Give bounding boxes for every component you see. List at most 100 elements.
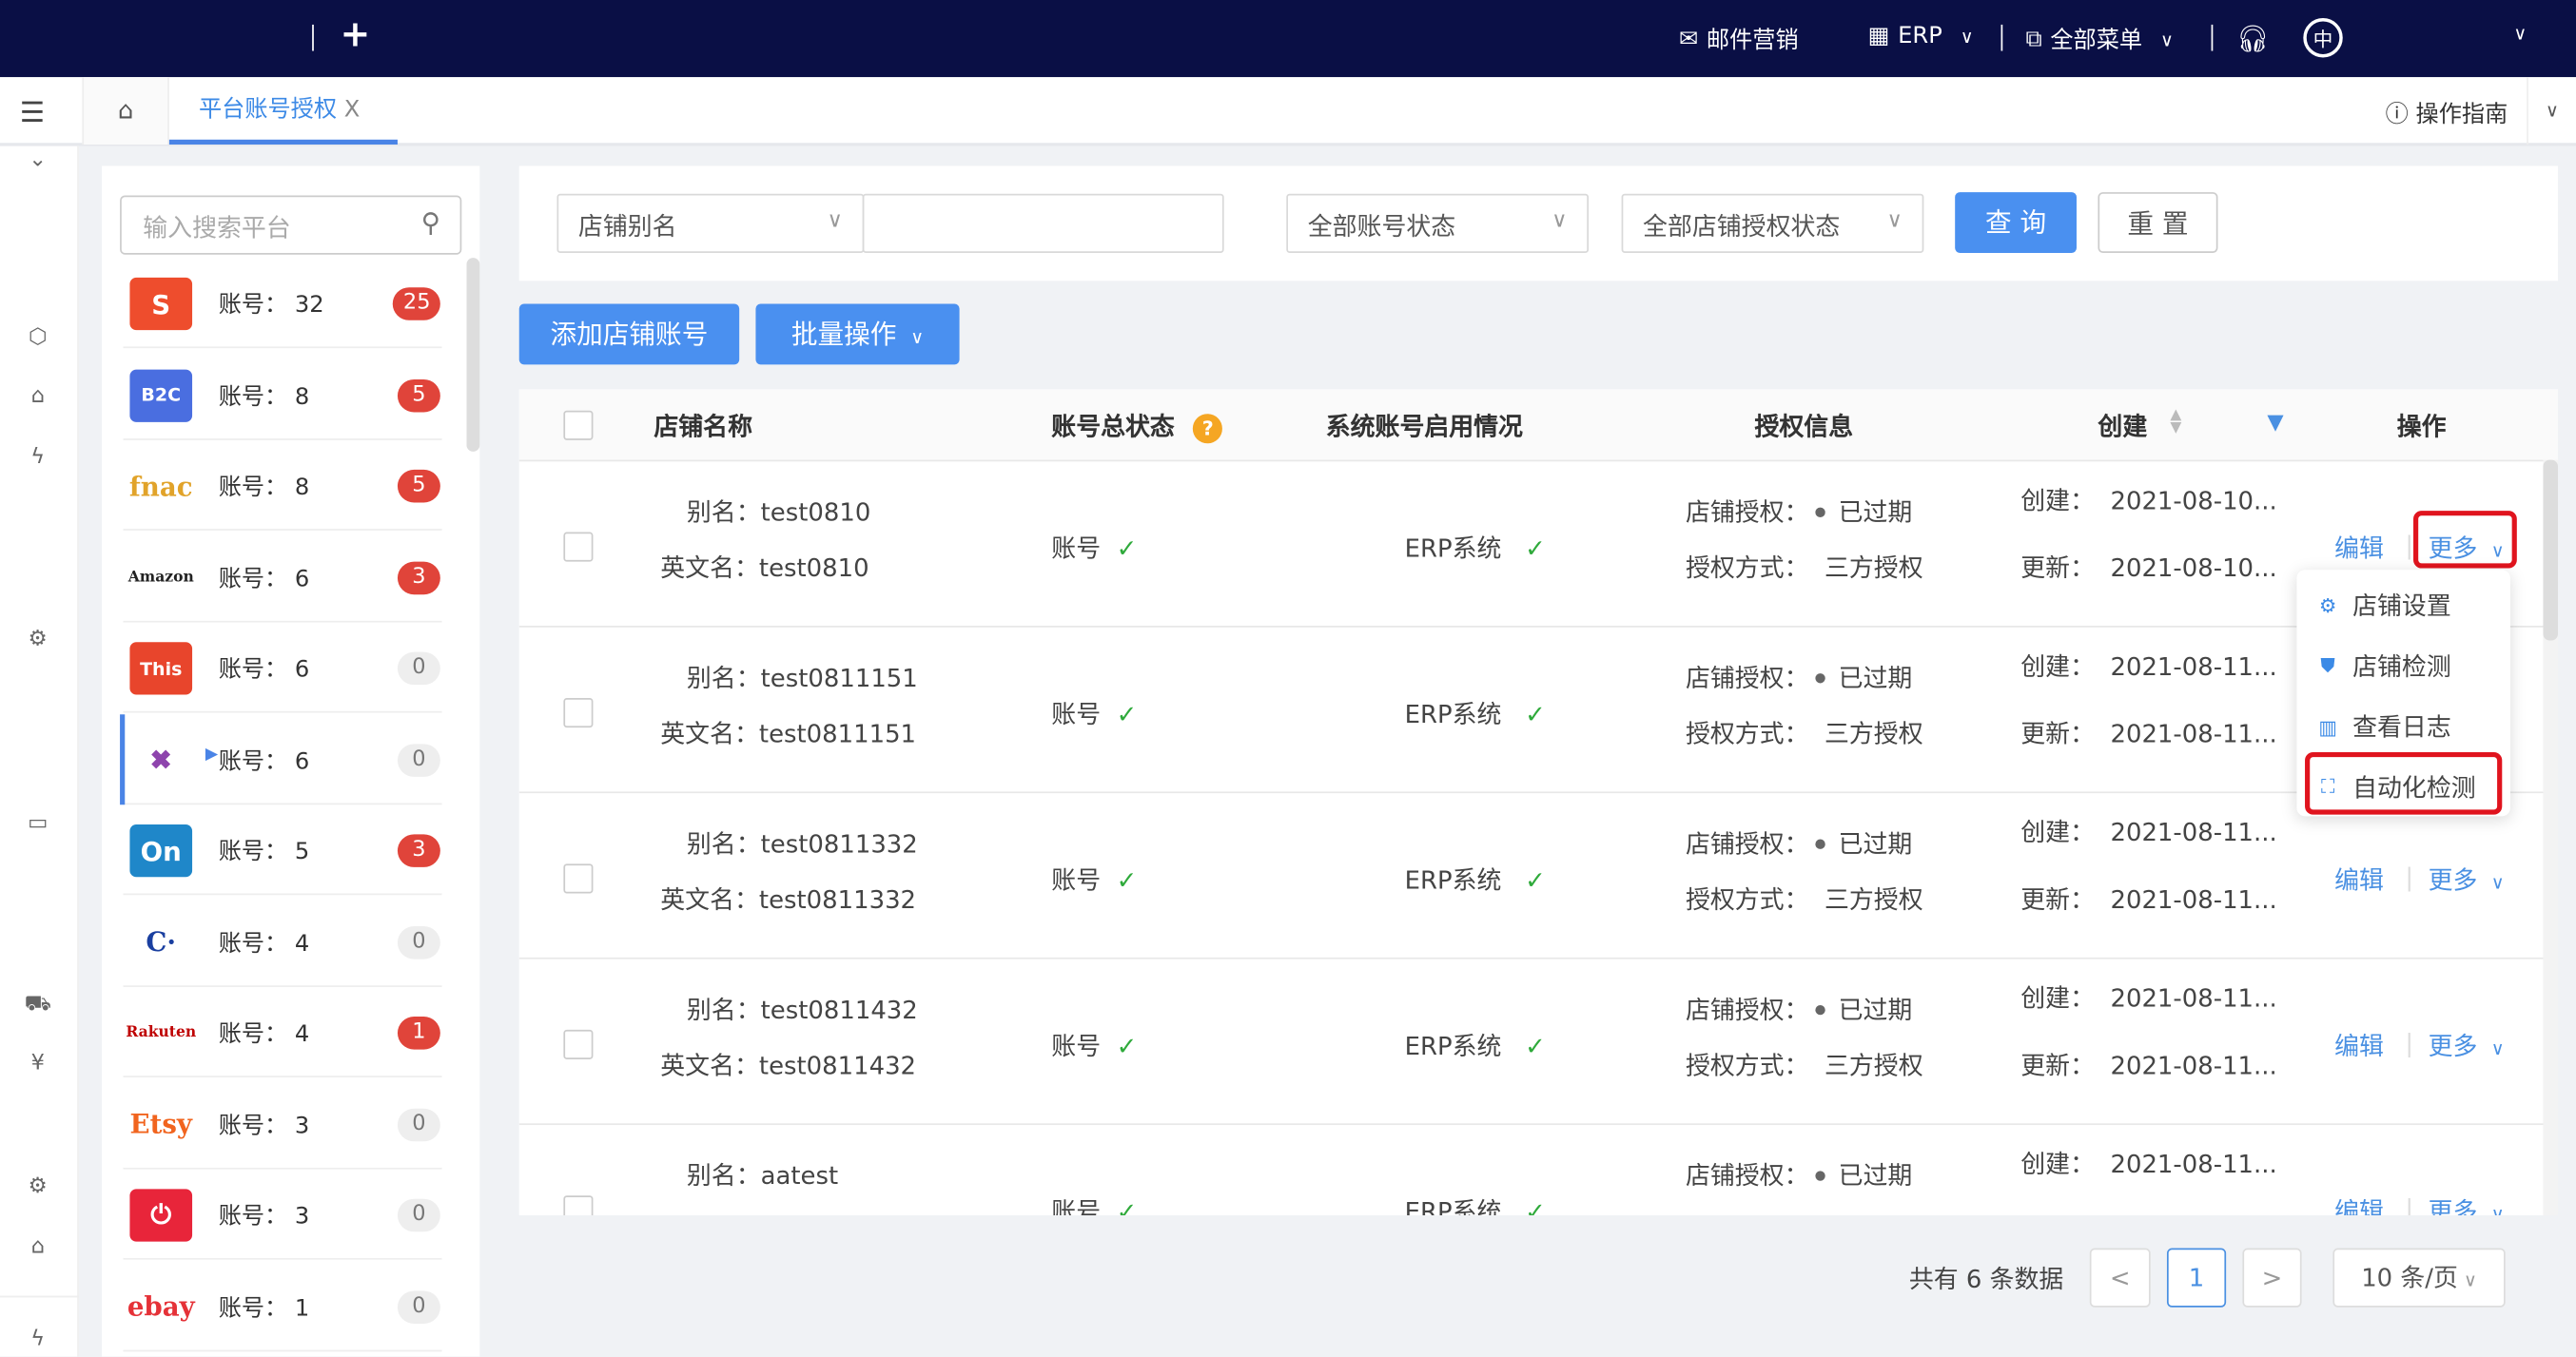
guide-link[interactable]: ⓘ 操作指南 bbox=[2386, 97, 2508, 130]
platform-item[interactable]: C· 账号： 4 0 bbox=[123, 896, 442, 987]
edit-link[interactable]: 编辑 bbox=[2334, 863, 2384, 897]
created-time: 创建： 2021-08-10... bbox=[2020, 483, 2276, 517]
platform-item[interactable]: On 账号： 5 3 bbox=[123, 805, 442, 896]
edit-link[interactable]: 编辑 bbox=[2334, 1194, 2384, 1215]
chevron-down-icon: ∨ bbox=[1551, 208, 1568, 234]
sort-icon[interactable]: ▲ ▼ bbox=[2170, 408, 2181, 436]
updated-value: 2021-08-11... bbox=[2110, 1051, 2277, 1081]
account-count: 账号： 6 bbox=[219, 561, 310, 594]
row-checkbox[interactable] bbox=[563, 697, 594, 728]
briefcase-icon[interactable]: ▭ bbox=[23, 812, 52, 836]
english-name-label: 英文名： bbox=[660, 884, 759, 915]
chevron-down-icon[interactable]: ∨ bbox=[2527, 77, 2576, 145]
platform-item[interactable]: Etsy 账号： 3 0 bbox=[123, 1078, 442, 1169]
created-label: 创建： bbox=[2020, 1149, 2096, 1180]
table-row: 别名：test0811432 英文名：test0811432 账号 ✓ ERP系… bbox=[518, 957, 2544, 1123]
platform-item[interactable]: ▶ ✖ 账号： 6 0 bbox=[120, 713, 442, 805]
platform-item[interactable]: ebay 账号： 1 0 bbox=[123, 1261, 442, 1351]
chevron-down-icon[interactable]: ∨ bbox=[2513, 23, 2527, 44]
help-icon[interactable]: ? bbox=[1193, 414, 1223, 444]
reset-button[interactable]: 重 置 bbox=[2098, 192, 2218, 253]
query-button[interactable]: 查 询 bbox=[1955, 192, 2077, 253]
account-count-value: 3 bbox=[294, 1113, 310, 1139]
platform-item[interactable]: ⏻ 账号： 3 0 bbox=[123, 1170, 442, 1260]
alias-value: test0810 bbox=[760, 497, 871, 528]
updated-label: 更新： bbox=[2020, 719, 2096, 749]
lightning-icon[interactable]: ϟ bbox=[23, 446, 52, 470]
alias-label: 别名： bbox=[686, 663, 761, 693]
menu-item[interactable]: ⛊ 店铺检测 bbox=[2316, 649, 2450, 683]
unauthorized-badge: 0 bbox=[397, 743, 440, 777]
finance-icon[interactable]: ¥ bbox=[23, 1052, 52, 1076]
platform-item[interactable]: fnac 账号： 8 5 bbox=[123, 440, 442, 531]
page-size-select[interactable]: 10 条/页 ∨ bbox=[2332, 1248, 2506, 1308]
row-checkbox[interactable] bbox=[563, 1195, 594, 1216]
all-menu[interactable]: ⧉ 全部菜单 ∨ bbox=[2025, 23, 2174, 56]
erp-menu[interactable]: ▦ ERP ∨ bbox=[1868, 23, 1974, 49]
store-auth-label: 店铺授权： bbox=[1685, 995, 1809, 1025]
tab-label: 平台账号授权 bbox=[198, 96, 338, 124]
row-checkbox[interactable] bbox=[563, 1029, 594, 1059]
top-bar: + ✉ 邮件营销 ▦ ERP ∨ ⧉ 全部菜单 ∨ 🎧︎ 中 ∨ bbox=[0, 0, 2576, 78]
headset-icon[interactable]: 🎧︎ bbox=[2236, 23, 2270, 54]
platform-item[interactable]: Rakuten 账号： 4 1 bbox=[123, 987, 442, 1077]
box-icon[interactable]: ⬡ bbox=[23, 326, 52, 350]
more-link[interactable]: 更多 ∨ bbox=[2429, 1194, 2505, 1215]
gear-icon[interactable]: ⚙ bbox=[23, 1175, 52, 1199]
platform-item[interactable]: S 账号： 32 25 bbox=[123, 258, 442, 349]
account-status: 账号 ✓ bbox=[1051, 531, 1137, 565]
unauthorized-badge: 5 bbox=[397, 378, 440, 412]
batch-actions-button[interactable]: 批量操作 ∨ bbox=[755, 303, 960, 365]
menu-item[interactable]: ▥ 查看日志 bbox=[2316, 709, 2450, 744]
platform-item[interactable]: This 账号： 6 0 bbox=[123, 623, 442, 713]
lightning-icon[interactable]: ϟ bbox=[23, 1328, 52, 1351]
email-marketing-button[interactable]: ✉ 邮件营销 bbox=[1679, 23, 1799, 56]
select-all-checkbox[interactable] bbox=[563, 410, 594, 440]
edit-link[interactable]: 编辑 bbox=[2334, 531, 2384, 565]
language-button[interactable]: 中 bbox=[2303, 17, 2343, 58]
batch-label: 批量操作 bbox=[790, 319, 897, 350]
truck-icon[interactable]: ⛟ bbox=[23, 993, 52, 1017]
unauthorized-badge: 0 bbox=[397, 1289, 440, 1324]
platform-search-input[interactable]: 输入搜索平台 ⚲ bbox=[120, 195, 462, 255]
table-row: 别名：test0810 英文名：test0810 账号 ✓ ERP系统 ✓ 店铺… bbox=[518, 459, 2544, 626]
collapse-menu-icon[interactable]: ☰ bbox=[20, 97, 45, 130]
scrollbar[interactable] bbox=[2543, 459, 2559, 1216]
plus-icon[interactable]: + bbox=[340, 15, 370, 56]
alias-select[interactable]: 店铺别名 ∨ bbox=[556, 193, 865, 253]
alias-input[interactable] bbox=[862, 193, 1224, 253]
row-checkbox[interactable] bbox=[563, 863, 594, 894]
warehouse-icon[interactable]: ⌂ bbox=[23, 385, 52, 409]
tab-platform-auth[interactable]: 平台账号授权 X bbox=[168, 77, 398, 145]
more-link[interactable]: 更多 ∨ bbox=[2429, 1028, 2505, 1062]
created-value: 2021-08-11... bbox=[2110, 983, 2277, 1014]
auth-status-select[interactable]: 全部店铺授权状态 ∨ bbox=[1621, 193, 1924, 253]
menu-item[interactable]: ⚙ 店铺设置 bbox=[2316, 588, 2451, 622]
row-checkbox[interactable] bbox=[563, 532, 594, 562]
account-count: 账号： 4 bbox=[219, 925, 310, 959]
created-label: 创建： bbox=[2020, 818, 2096, 848]
scrollbar[interactable] bbox=[466, 258, 480, 452]
gear-icon[interactable]: ⚙ bbox=[23, 629, 52, 651]
next-page-button[interactable]: > bbox=[2242, 1248, 2302, 1308]
platform-item[interactable]: Amazon 账号： 6 3 bbox=[123, 532, 442, 622]
header-created[interactable]: 创建 bbox=[2098, 409, 2147, 443]
platform-logo: ⏻ bbox=[129, 1189, 193, 1242]
more-link[interactable]: 更多 ∨ bbox=[2429, 863, 2505, 897]
chevron-down-icon[interactable]: ⌄ bbox=[23, 148, 52, 172]
close-icon[interactable]: X bbox=[344, 97, 361, 124]
home-icon[interactable]: ⌂ bbox=[23, 1236, 52, 1259]
platform-item[interactable]: B2C 账号： 8 5 bbox=[123, 349, 442, 439]
filter-icon[interactable]: ▼ bbox=[2267, 411, 2283, 436]
page-1-button[interactable]: 1 bbox=[2166, 1248, 2227, 1308]
prev-page-button[interactable]: < bbox=[2089, 1248, 2151, 1308]
account-count-value: 6 bbox=[294, 747, 310, 775]
search-icon[interactable]: ⚲ bbox=[421, 207, 440, 239]
add-store-button[interactable]: 添加店铺账号 bbox=[518, 303, 740, 365]
home-icon[interactable]: ⌂ bbox=[82, 77, 169, 145]
chevron-down-icon: ∨ bbox=[1886, 208, 1903, 234]
edit-link[interactable]: 编辑 bbox=[2334, 1028, 2384, 1062]
store-auth-value: 已过期 bbox=[1838, 497, 1913, 528]
account-status-select[interactable]: 全部账号状态 ∨ bbox=[1286, 193, 1590, 253]
check-icon: ✓ bbox=[1509, 533, 1546, 564]
